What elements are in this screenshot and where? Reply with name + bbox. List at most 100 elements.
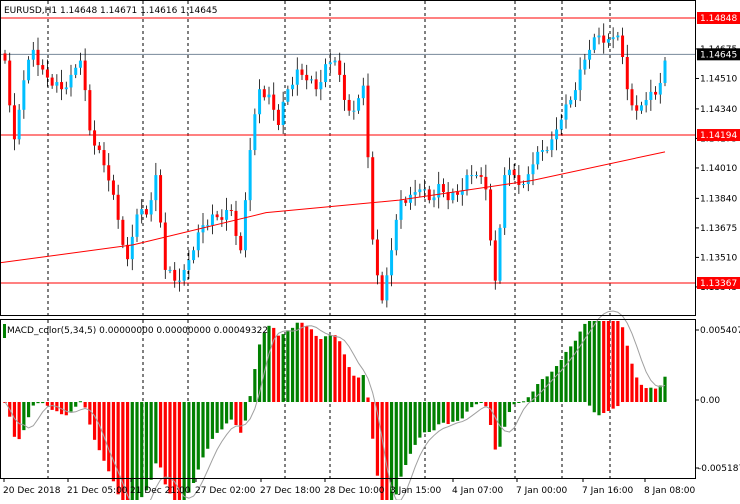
- macd-bar: [347, 367, 351, 402]
- macd-bar: [168, 402, 172, 494]
- candle-bull: [503, 175, 507, 228]
- candle-bull: [545, 150, 549, 152]
- macd-bar: [399, 402, 403, 477]
- macd-bar: [140, 402, 144, 498]
- time-tick-label: 3 Jan 15:00: [390, 486, 442, 496]
- candle-bull: [573, 90, 577, 100]
- candle-bear: [60, 82, 64, 90]
- macd-bar: [45, 402, 50, 406]
- candle-bear: [635, 105, 639, 111]
- candle-bull: [225, 209, 229, 220]
- candle-bull: [399, 200, 403, 220]
- macd-bar: [404, 402, 408, 466]
- time-tick-label: 28 Dec 10:00: [324, 486, 385, 496]
- macd-bar: [215, 402, 219, 433]
- macd-bar: [276, 335, 281, 402]
- candle-bull: [182, 269, 186, 281]
- macd-bar: [479, 402, 483, 403]
- macd-bar: [418, 402, 422, 438]
- macd-bar: [290, 327, 295, 402]
- macd-bar: [413, 402, 417, 445]
- candle-bear: [630, 89, 634, 106]
- time-tick-label: 8 Jan 08:00: [644, 486, 696, 496]
- candle-bull: [394, 219, 398, 251]
- macd-bar: [606, 321, 611, 412]
- macd-bar: [432, 402, 436, 431]
- candle-bull: [578, 69, 582, 91]
- candle-bear: [126, 244, 130, 260]
- macd-bar: [286, 330, 290, 402]
- candle-bull: [569, 99, 573, 105]
- candle-bear: [116, 194, 120, 220]
- candle-bear: [338, 60, 342, 75]
- candle-bull: [192, 250, 196, 261]
- candle-bear: [163, 222, 167, 270]
- macd-bar: [639, 384, 644, 402]
- macd-bar: [220, 402, 224, 430]
- price-tick-label: 1.13510: [700, 253, 737, 263]
- macd-bar: [116, 402, 120, 495]
- macd-tick-label: -0.005187: [698, 464, 740, 474]
- candle-bull: [74, 67, 78, 75]
- candle-bear: [36, 49, 40, 66]
- macd-bar: [484, 402, 488, 407]
- macd-bar: [229, 402, 233, 420]
- macd-bar: [630, 363, 634, 402]
- macd-bar: [352, 375, 356, 402]
- candle-bull: [526, 174, 530, 185]
- time-tick-label: 21 Dec 21:00: [130, 486, 191, 496]
- candle-bull: [658, 82, 662, 95]
- candle-bull: [69, 74, 73, 88]
- macd-bar: [644, 388, 648, 402]
- macd-bar: [592, 321, 596, 413]
- candle-bull: [583, 59, 587, 70]
- candle-bear: [489, 189, 493, 241]
- candle-bull: [639, 105, 643, 111]
- candle-bull: [17, 109, 21, 140]
- macd-bar: [658, 385, 662, 402]
- candle-bull: [531, 164, 535, 175]
- candle-bull: [210, 214, 214, 226]
- macd-bar: [512, 402, 516, 405]
- macd-bar: [314, 335, 318, 402]
- macd-bar: [319, 339, 323, 402]
- time-tick-label: 7 Jan 16:00: [582, 486, 634, 496]
- macd-bar: [97, 402, 101, 451]
- macd-bar: [248, 396, 252, 402]
- macd-bar: [74, 402, 78, 407]
- macd-bar: [107, 402, 111, 472]
- macd-bar: [187, 402, 191, 493]
- candle-bull: [140, 209, 144, 215]
- macd-bar: [83, 402, 87, 408]
- candle-bear: [347, 99, 351, 111]
- candle-bull: [258, 89, 262, 115]
- macd-bar: [441, 402, 446, 423]
- macd-bar: [573, 340, 578, 402]
- candle-bear: [441, 184, 445, 193]
- candle-bull: [78, 60, 82, 68]
- macd-bar: [521, 401, 526, 403]
- candle-bull: [644, 99, 648, 106]
- macd-bar: [267, 325, 271, 402]
- candle-bull: [196, 232, 200, 251]
- candle-bear: [102, 150, 106, 166]
- candle-bull: [470, 175, 474, 177]
- candle-bull: [243, 200, 247, 251]
- macd-bar: [427, 402, 431, 432]
- candle-bull: [22, 80, 26, 110]
- candle-bull: [385, 275, 389, 301]
- macd-bar: [206, 402, 210, 449]
- candle-bear: [121, 219, 125, 245]
- macd-bar: [583, 323, 587, 402]
- candle-bull: [423, 189, 427, 191]
- macd-bar: [616, 321, 620, 407]
- macd-bar: [243, 402, 248, 421]
- macd-bar: [597, 321, 601, 416]
- candle-bull: [555, 129, 559, 140]
- candle-bull: [324, 64, 328, 83]
- bid-price-label: 1.14645: [700, 50, 737, 60]
- trading-chart[interactable]: 1.146751.145101.143401.141751.140101.138…: [0, 0, 740, 504]
- candle-bull: [451, 192, 455, 201]
- macd-bar: [460, 402, 464, 419]
- macd-bar: [422, 402, 427, 433]
